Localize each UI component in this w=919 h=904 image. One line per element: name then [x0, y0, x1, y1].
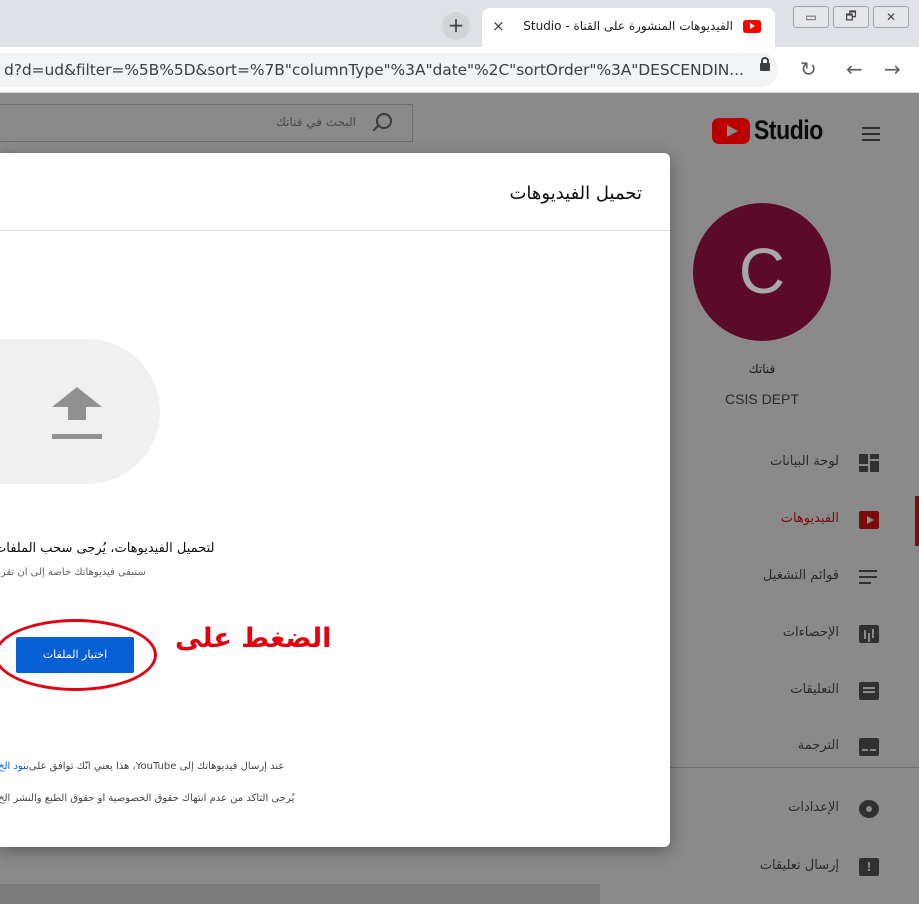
- sidebar-item-label: التعليقات: [790, 682, 839, 697]
- sidebar-item-subtitles[interactable]: الترجمة: [670, 723, 919, 773]
- upload-drop-zone[interactable]: [0, 339, 160, 484]
- studio-header: البحث في قناتك Studio: [0, 93, 919, 155]
- upload-arrow-icon: [52, 387, 102, 439]
- terms-of-service-link[interactable]: بنود الخ: [0, 761, 29, 772]
- sidebar-item-comments[interactable]: التعليقات: [670, 667, 919, 717]
- youtube-favicon-icon: [743, 20, 761, 33]
- studio-sidebar: C قناتك CSIS DEPT لوحة البيانات الفيديوه…: [670, 155, 919, 904]
- channel-search-input[interactable]: البحث في قناتك: [0, 104, 413, 142]
- dialog-divider: [0, 230, 670, 231]
- youtube-logo-icon: [712, 117, 750, 144]
- tab-title: الفيديوهات المنشورة على القناة - Studio: [523, 19, 733, 33]
- tab-close-icon[interactable]: ×: [492, 17, 505, 35]
- logo-text: Studio: [754, 115, 823, 145]
- subtitles-icon: [859, 738, 879, 756]
- private-note-text: ستبقى فيديوهاتك خاصة إلى أن تقرر: [0, 567, 146, 578]
- address-bar: d?d=ud&filter=%5B%5D&sort=%7B"columnType…: [0, 47, 919, 93]
- playlist-icon: [859, 568, 879, 586]
- horizontal-scrollbar[interactable]: [0, 884, 600, 904]
- channel-label: قناتك: [748, 362, 776, 376]
- sidebar-item-label: الفيديوهات: [780, 511, 839, 526]
- active-indicator: [915, 496, 919, 546]
- sidebar-divider: [670, 767, 919, 768]
- dialog-title: تحميل الفيديوهات: [509, 183, 642, 204]
- search-icon: [376, 113, 392, 129]
- new-tab-button[interactable]: +: [442, 12, 470, 40]
- studio-logo[interactable]: Studio: [712, 115, 835, 146]
- copyright-notice: يُرجى التأكّد من عدم انتهاك حقوق الخصوصي…: [0, 793, 295, 804]
- comments-icon: [859, 682, 879, 700]
- browser-tab[interactable]: الفيديوهات المنشورة على القناة - Studio …: [482, 8, 775, 47]
- sidebar-item-label: قوائم التشغيل: [762, 568, 839, 583]
- sidebar-item-dashboard[interactable]: لوحة البيانات: [670, 439, 919, 489]
- channel-avatar[interactable]: C: [693, 203, 831, 341]
- select-files-button[interactable]: اختيار الملفات: [16, 637, 134, 673]
- terms-notice: عند إرسال فيديوهاتك إلى YouTube، هذا يعن…: [0, 761, 398, 772]
- sidebar-item-label: الإحصاءات: [782, 625, 839, 640]
- hamburger-menu-icon[interactable]: [862, 133, 880, 135]
- search-placeholder: البحث في قناتك: [276, 115, 356, 129]
- reload-icon[interactable]: ↻: [800, 57, 817, 81]
- minimize-button[interactable]: ▭: [793, 6, 829, 28]
- sidebar-item-label: الإعدادات: [788, 800, 839, 815]
- url-field[interactable]: d?d=ud&filter=%5B%5D&sort=%7B"columnType…: [0, 53, 778, 87]
- sidebar-item-analytics[interactable]: الإحصاءات: [670, 610, 919, 660]
- upload-videos-dialog: تحميل الفيديوهات لتحميل الفيديوهات، يُرج…: [0, 153, 670, 847]
- url-text: d?d=ud&filter=%5B%5D&sort=%7B"columnType…: [4, 61, 744, 79]
- sidebar-item-label: إرسال تعليقات: [759, 858, 839, 873]
- forward-icon[interactable]: →: [884, 57, 901, 81]
- terms-notice-text: عند إرسال فيديوهاتك إلى YouTube، هذا يعن…: [28, 761, 285, 772]
- sidebar-item-playlists[interactable]: قوائم التشغيل: [670, 553, 919, 603]
- sidebar-item-settings[interactable]: الإعدادات: [670, 785, 919, 835]
- annotation-click-label: الضغط على: [175, 623, 332, 654]
- sidebar-item-feedback[interactable]: ! إرسال تعليقات: [670, 843, 919, 893]
- window-controls: ▭ 🗗 ✕: [793, 6, 909, 28]
- sidebar-item-videos[interactable]: الفيديوهات: [670, 496, 919, 546]
- gear-icon: [859, 800, 879, 818]
- back-icon[interactable]: ←: [846, 57, 863, 81]
- feedback-icon: !: [859, 858, 879, 876]
- sidebar-item-label: الترجمة: [797, 738, 839, 753]
- videos-icon: [859, 511, 879, 529]
- close-window-button[interactable]: ✕: [873, 6, 909, 28]
- restore-button[interactable]: 🗗: [833, 6, 869, 28]
- drag-files-text: لتحميل الفيديوهات، يُرجى سحب الملفات: [0, 541, 215, 556]
- sidebar-item-label: لوحة البيانات: [769, 454, 839, 469]
- channel-name: CSIS DEPT: [725, 391, 799, 407]
- browser-tab-bar: + الفيديوهات المنشورة على القناة - Studi…: [0, 0, 919, 47]
- analytics-icon: [859, 625, 879, 643]
- lock-icon[interactable]: [760, 57, 770, 71]
- dashboard-icon: [859, 454, 879, 472]
